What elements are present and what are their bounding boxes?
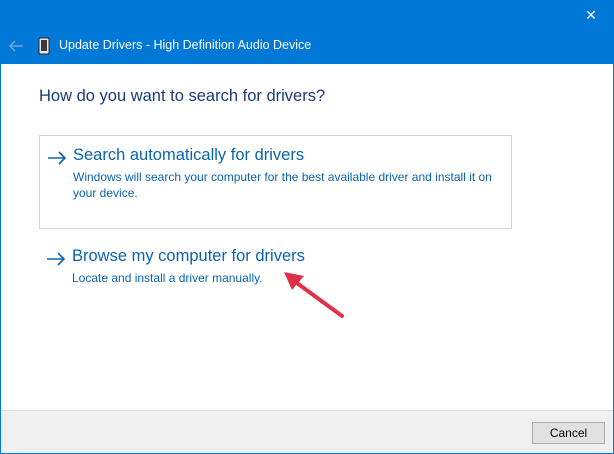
option-title: Browse my computer for drivers — [72, 247, 305, 265]
option-description: Windows will search your computer for th… — [73, 170, 492, 200]
update-drivers-window: ✕ Update Drivers - High Definition Audio… — [0, 0, 614, 454]
browse-computer-option[interactable]: Browse my computer for drivers Locate an… — [39, 237, 512, 297]
cancel-button[interactable]: Cancel — [532, 422, 605, 444]
back-arrow-icon — [8, 40, 23, 52]
right-arrow-icon — [48, 151, 67, 165]
dialog-content: How do you want to search for drivers? S… — [1, 64, 613, 410]
annotation-arrow-icon — [284, 272, 344, 318]
close-button[interactable]: ✕ — [568, 0, 614, 30]
title-bar: ✕ Update Drivers - High Definition Audio… — [0, 0, 614, 64]
option-title: Search automatically for drivers — [73, 146, 305, 164]
window-title: Update Drivers - High Definition Audio D… — [59, 38, 312, 52]
search-automatically-option[interactable]: Search automatically for drivers Windows… — [39, 135, 512, 229]
close-icon: ✕ — [585, 6, 597, 23]
page-title: How do you want to search for drivers? — [39, 87, 326, 105]
device-icon — [38, 37, 50, 55]
back-button[interactable] — [4, 34, 28, 58]
dialog-footer: Cancel — [1, 410, 613, 453]
right-arrow-icon — [47, 252, 66, 266]
